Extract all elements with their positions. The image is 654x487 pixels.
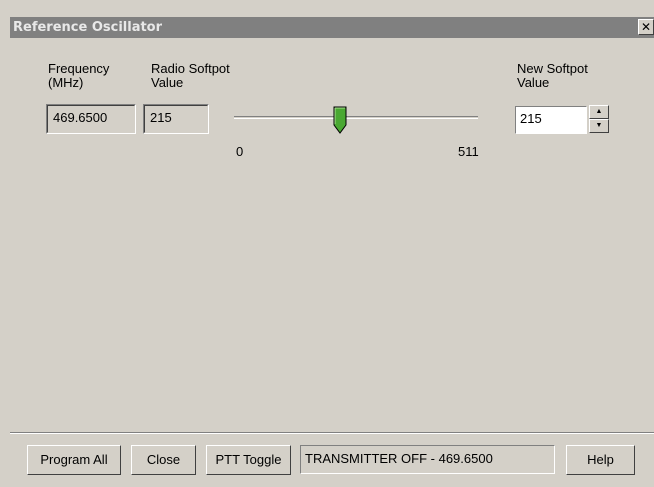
new-softpot-input[interactable]: 215	[515, 106, 587, 134]
radio-softpot-value: 215	[150, 110, 172, 125]
spin-up-icon[interactable]: ▲	[589, 105, 609, 119]
help-button[interactable]: Help	[566, 445, 635, 475]
radio-softpot-label: Radio Softpot Value	[151, 62, 230, 90]
slider-max-label: 511	[458, 144, 479, 159]
reference-oscillator-window: Reference Oscillator ✕ Frequency (MHz) 4…	[0, 0, 654, 487]
bottom-separator	[10, 432, 654, 434]
ptt-toggle-button[interactable]: PTT Toggle	[206, 445, 291, 475]
title-bar[interactable]: Reference Oscillator ✕	[10, 17, 654, 38]
window-title: Reference Oscillator	[13, 20, 163, 35]
radio-softpot-field: 215	[143, 104, 209, 134]
program-all-button[interactable]: Program All	[27, 445, 121, 475]
frequency-value: 469.6500	[53, 110, 108, 125]
frequency-field: 469.6500	[46, 104, 136, 134]
new-softpot-label-line1: New Softpot	[517, 61, 588, 76]
radio-softpot-label-line2: Value	[151, 75, 184, 90]
close-button[interactable]: Close	[131, 445, 196, 475]
new-softpot-label: New Softpot Value	[517, 62, 588, 90]
spin-down-icon[interactable]: ▼	[589, 119, 609, 133]
radio-softpot-label-line1: Radio Softpot	[151, 61, 230, 76]
softpot-slider-thumb[interactable]	[333, 106, 347, 134]
frequency-label: Frequency (MHz)	[48, 62, 109, 90]
frequency-label-line2: (MHz)	[48, 75, 84, 90]
new-softpot-label-line2: Value	[517, 75, 550, 90]
softpot-slider-track[interactable]	[234, 116, 478, 119]
slider-min-label: 0	[236, 144, 244, 159]
frequency-label-line1: Frequency	[48, 61, 110, 76]
close-window-icon[interactable]: ✕	[638, 19, 654, 35]
status-field: TRANSMITTER OFF - 469.6500	[300, 445, 555, 474]
